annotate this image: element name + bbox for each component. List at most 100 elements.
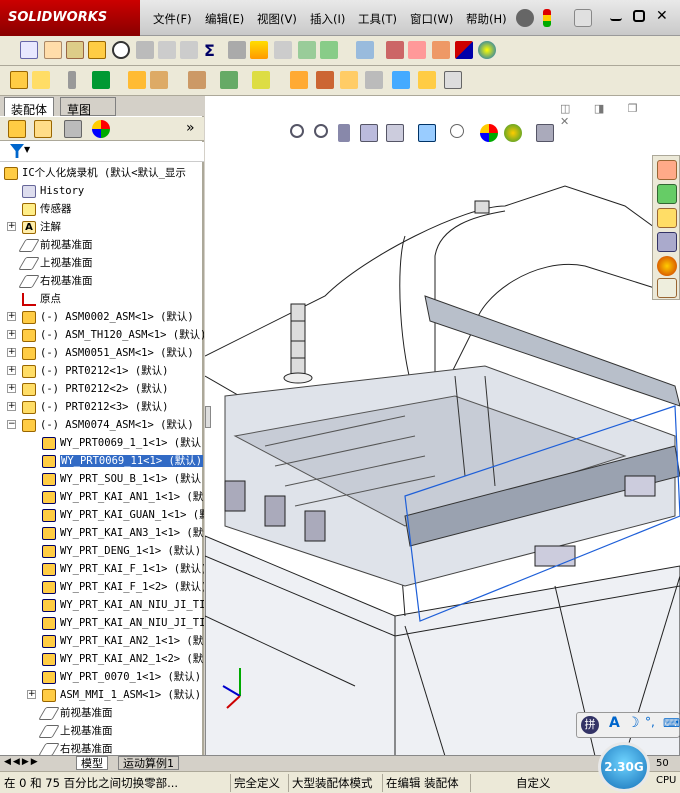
new-part-icon[interactable] [32, 71, 50, 89]
tree-root[interactable]: IC个人化烧录机 (默认<默认_显示 [4, 164, 186, 182]
tree-item-sou-b[interactable]: WY_PRT_SOU_B_1<1> (默认 [42, 470, 201, 488]
tree-item-kai-an2-1[interactable]: WY_PRT_KAI_AN2_1<1> (默 [42, 632, 203, 650]
custom-properties-icon[interactable] [657, 278, 677, 298]
pattern-icon[interactable] [92, 71, 110, 89]
interference-icon[interactable] [252, 71, 270, 89]
tree-item-top-plane-2[interactable]: 上视基准面 [38, 722, 113, 740]
collapse-asm0074[interactable]: − [7, 420, 16, 429]
tree-item-asm-th120[interactable]: (-) ASM_TH120_ASM<1> (默认) [22, 326, 204, 344]
display-manager-icon[interactable] [92, 120, 110, 138]
tree-item-right-plane-2[interactable]: 右视基准面 [38, 740, 113, 756]
ime-punct-icon[interactable]: °, [645, 715, 655, 729]
menu-tools[interactable]: 工具(T) [358, 11, 397, 27]
assembly-feature-icon[interactable] [316, 71, 334, 89]
appearances-icon[interactable] [657, 256, 677, 276]
tree-item-prt0212-3[interactable]: (-) PRT0212<3> (默认) [22, 398, 168, 416]
expand-chevron-icon[interactable]: » [186, 120, 195, 136]
lock-icon[interactable] [136, 41, 154, 59]
tree-item-history[interactable]: History [22, 182, 84, 200]
expand-asm-th120[interactable]: + [7, 330, 16, 339]
appearance-icon[interactable] [455, 41, 473, 59]
status-custom-units[interactable]: 自定义 [516, 775, 551, 791]
balance-icon[interactable] [66, 41, 84, 59]
tab-model[interactable]: 模型 [76, 756, 108, 770]
filter-icon[interactable] [10, 144, 24, 158]
tree-item-origin[interactable]: 原点 [22, 290, 61, 308]
tree-item-asm0074[interactable]: (-) ASM0074_ASM<1> (默认) [22, 416, 194, 434]
expand-prt0212-2[interactable]: + [7, 384, 16, 393]
tree-item-0070[interactable]: WY_PRT_0070_1<1> (默认) [42, 668, 201, 686]
export-icon[interactable] [356, 41, 374, 59]
reference-icon[interactable] [340, 71, 358, 89]
simulation-icon[interactable] [392, 71, 410, 89]
tree-item-top-plane[interactable]: 上视基准面 [18, 254, 93, 272]
ime-toolbar[interactable]: 拼 A ☽ °, ⌨ [576, 712, 680, 738]
tree-item-annotations[interactable]: A 注解 [22, 218, 61, 236]
menu-file[interactable]: 文件(F) [153, 11, 192, 27]
ime-mode-icon[interactable]: A [609, 715, 620, 731]
check-icon[interactable] [158, 41, 176, 59]
tree-item-prt0212-1[interactable]: (-) PRT0212<1> (默认) [22, 362, 168, 380]
warning-icon[interactable] [250, 41, 268, 59]
view-palette-icon[interactable] [657, 232, 677, 252]
tree-item-an-niu-2[interactable]: WY_PRT_KAI_AN_NIU_JI_TI [42, 614, 204, 632]
tab-assembly[interactable]: 装配体 [4, 97, 55, 117]
expand-asm-mmi[interactable]: + [27, 690, 36, 699]
ime-moon-icon[interactable]: ☽ [627, 715, 640, 731]
file-explorer-icon[interactable] [657, 208, 677, 228]
expand-prt0212-3[interactable]: + [7, 402, 16, 411]
tree-item-deng[interactable]: WY_PRT_DENG_1<1> (默认) [42, 542, 201, 560]
tree-item-kai-guan[interactable]: WY_PRT_KAI_GUAN_1<1> (默 [42, 506, 204, 524]
expand-prt0212-1[interactable]: + [7, 366, 16, 375]
resources-icon[interactable] [657, 184, 677, 204]
tree-item-asm0002[interactable]: (-) ASM0002_ASM<1> (默认) [22, 308, 194, 326]
expand-asm0051[interactable]: + [7, 348, 16, 357]
measure-icon[interactable] [228, 41, 246, 59]
check-assembly-icon[interactable] [320, 41, 338, 59]
help-icon[interactable] [574, 9, 592, 27]
rotate-component-icon[interactable] [150, 71, 168, 89]
config-manager-icon[interactable] [64, 120, 82, 138]
traffic-light-icon[interactable] [543, 9, 551, 27]
ime-keyboard-icon[interactable]: ⌨ [663, 716, 680, 730]
tree-item-right-plane[interactable]: 右视基准面 [18, 272, 93, 290]
tool-c-icon[interactable] [432, 41, 450, 59]
align-icon[interactable] [274, 41, 292, 59]
gauge-icon[interactable] [112, 41, 130, 59]
menu-window[interactable]: 窗口(W) [410, 11, 453, 27]
panel-collapse-handle[interactable] [205, 406, 211, 428]
tree-item-asm-mmi[interactable]: ASM_MMI_1_ASM<1> (默认) [42, 686, 201, 704]
expand-asm0002[interactable]: + [7, 312, 16, 321]
folder-icon[interactable] [88, 41, 106, 59]
menu-help[interactable]: 帮助(H) [466, 11, 507, 27]
bom-icon[interactable] [290, 71, 308, 89]
pin-icon[interactable] [516, 9, 534, 27]
tab-sketch[interactable]: 草图 [60, 97, 116, 117]
render-icon[interactable] [478, 41, 496, 59]
sum-icon[interactable]: Σ [204, 41, 222, 60]
tree-item-kai-f-2[interactable]: WY_PRT_KAI_F_1<2> (默认) [42, 578, 204, 596]
tree-item-kai-an3[interactable]: WY_PRT_KAI_AN3_1<1> (默认 [42, 524, 204, 542]
insert-component-icon[interactable] [10, 71, 28, 89]
tree-item-prt0069-1-1[interactable]: WY_PRT0069_1_1<1> (默认 [42, 434, 201, 452]
menu-edit[interactable]: 编辑(E) [205, 11, 244, 27]
tool-b-icon[interactable] [408, 41, 426, 59]
spellcheck-icon[interactable] [20, 41, 38, 59]
memory-gauge[interactable]: 2.30G [598, 742, 650, 792]
tree-item-kai-f-1[interactable]: WY_PRT_KAI_F_1<1> (默认) [42, 560, 204, 578]
tab-motion-study[interactable]: 运动算例1 [118, 756, 179, 770]
instant3d-icon[interactable] [444, 71, 462, 89]
filter-dropdown-icon[interactable]: ▼ [24, 145, 30, 154]
tree-item-front-plane[interactable]: 前视基准面 [18, 236, 93, 254]
design-study-icon[interactable] [418, 71, 436, 89]
property-manager-icon[interactable] [34, 120, 52, 138]
restore-icon[interactable] [633, 10, 645, 22]
smart-fastener-icon[interactable] [188, 71, 206, 89]
tree-item-asm0051[interactable]: (-) ASM0051_ASM<1> (默认) [22, 344, 194, 362]
tree-item-prt0212-2[interactable]: (-) PRT0212<2> (默认) [22, 380, 168, 398]
edit-icon[interactable] [44, 41, 62, 59]
graphics-viewport[interactable]: ◫ ◨ ❐ ✕ [205, 96, 680, 756]
mate-icon[interactable] [68, 71, 76, 89]
menu-insert[interactable]: 插入(I) [310, 11, 345, 27]
minimize-icon[interactable] [610, 9, 622, 21]
